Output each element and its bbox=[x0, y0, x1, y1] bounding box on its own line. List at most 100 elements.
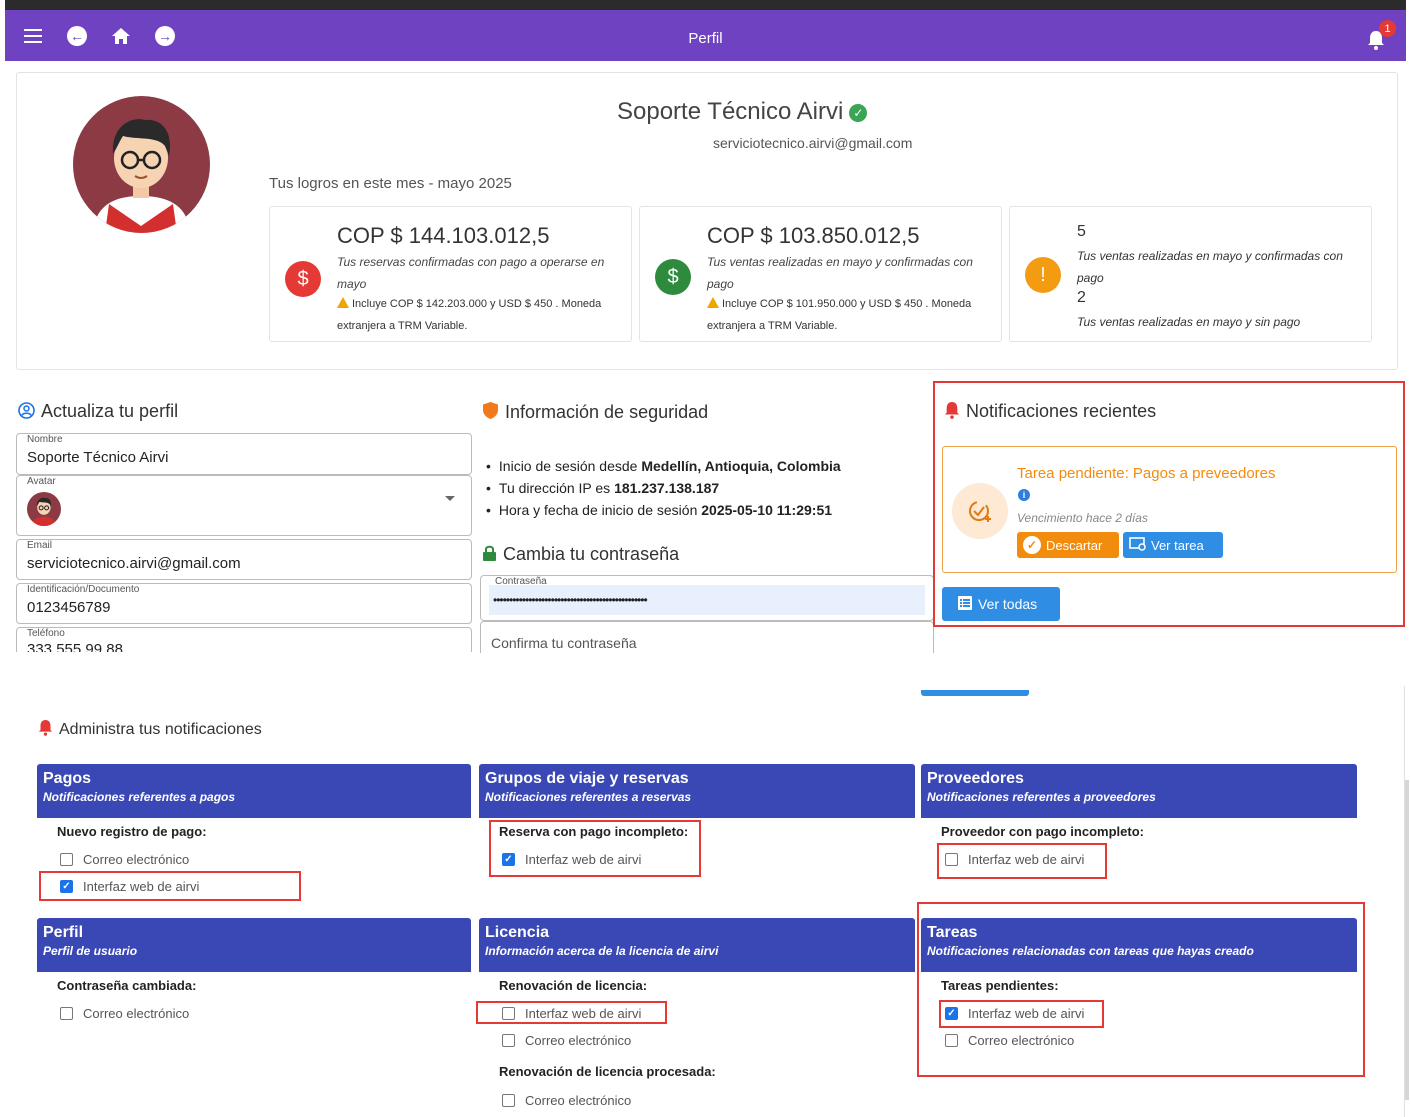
security-info-title: Información de seguridad bbox=[482, 401, 708, 425]
group-title: Contraseña cambiada: bbox=[57, 978, 197, 993]
login-location: Inicio de sesión desde Medellín, Antioqu… bbox=[486, 455, 841, 477]
stat-description: Tus ventas realizadas en mayo y confirma… bbox=[1077, 249, 1343, 285]
confirm-password-field[interactable]: Confirma tu contraseña bbox=[480, 621, 934, 653]
verified-check-icon: ✓ bbox=[849, 103, 868, 122]
stat-amount: COP $ 144.103.012,5 bbox=[337, 223, 550, 248]
scrollbar[interactable] bbox=[1405, 780, 1409, 1100]
checkbox[interactable] bbox=[502, 1094, 515, 1107]
field-value: 333 555 99 88 bbox=[27, 641, 123, 652]
group-title: Tareas pendientes: bbox=[941, 978, 1059, 993]
group-title: Nuevo registro de pago: bbox=[57, 824, 207, 839]
monitor-eye-icon bbox=[1129, 536, 1147, 554]
highlight-box bbox=[39, 871, 301, 901]
stat-amount: COP $ 103.850.012,5 bbox=[707, 223, 920, 248]
field-label: Email bbox=[27, 540, 53, 551]
checkbox[interactable] bbox=[60, 1007, 73, 1020]
warning-icon: ! bbox=[1025, 257, 1061, 293]
checkbox-licencia-email[interactable]: Correo electrónico bbox=[502, 1033, 631, 1048]
change-password-title: Cambia tu contraseña bbox=[482, 544, 679, 567]
app-bar: ← → Perfil 1 bbox=[5, 10, 1406, 61]
monthly-achievements-label: Tus logros en este mes - mayo 2025 bbox=[269, 175, 512, 192]
notification-item[interactable]: Tarea pendiente: Pagos a preveedores i V… bbox=[942, 446, 1397, 573]
highlight-box bbox=[937, 843, 1107, 879]
warning-icon bbox=[707, 297, 719, 308]
stat-card-counts: ! 5 Tus ventas realizadas en mayo y conf… bbox=[1009, 206, 1372, 342]
avatar-thumb bbox=[27, 492, 61, 526]
stat-description: Tus ventas realizadas en mayo y sin pago bbox=[1077, 315, 1301, 329]
stat-count-confirmed: 5 bbox=[1077, 223, 1086, 240]
warning-icon bbox=[337, 297, 349, 308]
stat-card-ventas: $ COP $ 103.850.012,5 Tus ventas realiza… bbox=[639, 206, 1002, 342]
card-header-perfil: Perfil Perfil de usuario bbox=[37, 918, 471, 972]
email-field[interactable]: Email serviciotecnico.airvi@gmail.com bbox=[16, 539, 472, 580]
name-field[interactable]: Nombre Soporte Técnico Airvi bbox=[16, 433, 472, 475]
dollar-icon: $ bbox=[285, 261, 321, 297]
checkbox[interactable] bbox=[60, 853, 73, 866]
security-info-list: Inicio de sesión desde Medellín, Antioqu… bbox=[486, 455, 841, 521]
dismiss-button[interactable]: ✓ Descartar bbox=[1017, 532, 1119, 558]
manage-notifications-title: Administra tus notificaciones bbox=[38, 719, 262, 741]
highlight-box bbox=[489, 820, 701, 877]
field-value: Soporte Técnico Airvi bbox=[27, 449, 169, 466]
avatar bbox=[73, 96, 210, 233]
notification-due: Vencimiento hace 2 días bbox=[1017, 511, 1148, 525]
profile-summary-card: Soporte Técnico Airvi ✓ serviciotecnico.a… bbox=[16, 72, 1398, 370]
view-task-button[interactable]: Ver tarea bbox=[1123, 532, 1223, 558]
highlight-box bbox=[476, 1001, 667, 1024]
card-header-proveedores: Proveedores Notificaciones referentes a p… bbox=[921, 764, 1357, 818]
recent-notifications-title: Notificaciones recientes bbox=[944, 401, 1156, 424]
dollar-icon: $ bbox=[655, 259, 691, 295]
bell-icon[interactable]: 1 bbox=[1364, 20, 1396, 52]
phone-field[interactable]: Teléfono 333 555 99 88 bbox=[16, 627, 472, 652]
user-circle-icon bbox=[18, 402, 35, 424]
check-circle-icon: ✓ bbox=[1023, 536, 1041, 554]
card-header-grupos: Grupos de viaje y reservas Notificaciones… bbox=[479, 764, 915, 818]
field-value: serviciotecnico.airvi@gmail.com bbox=[27, 555, 241, 572]
window-top-strip bbox=[5, 0, 1406, 10]
checkbox-perfil-email[interactable]: Correo electrónico bbox=[60, 1006, 189, 1021]
chevron-down-icon[interactable] bbox=[445, 496, 455, 501]
bell-icon bbox=[38, 719, 53, 741]
avatar-select[interactable]: Avatar bbox=[16, 475, 472, 536]
stat-card-reservas: $ COP $ 144.103.012,5 Tus reservas confi… bbox=[269, 206, 632, 342]
task-check-icon bbox=[952, 483, 1008, 539]
field-label: Identificación/Documento bbox=[27, 584, 140, 595]
field-label: Avatar bbox=[27, 476, 56, 487]
profile-form: Nombre Soporte Técnico Airvi Avatar Emai… bbox=[0, 430, 480, 652]
stat-note: Incluye COP $ 142.203.000 y USD $ 450 . … bbox=[337, 297, 602, 332]
info-icon[interactable]: i bbox=[1018, 489, 1030, 501]
highlight-box bbox=[939, 1000, 1104, 1028]
field-label: Teléfono bbox=[27, 628, 65, 639]
checkbox[interactable] bbox=[945, 1034, 958, 1047]
page-title: Perfil bbox=[688, 30, 723, 47]
checkbox[interactable] bbox=[502, 1034, 515, 1047]
password-field[interactable]: Contraseña •••••••••••••••••••••••••••••… bbox=[480, 575, 934, 621]
stat-description: Tus reservas confirmadas con pago a oper… bbox=[337, 255, 605, 291]
checkbox-pagos-email[interactable]: Correo electrónico bbox=[60, 852, 189, 867]
card-header-pagos: Pagos Notificaciones referentes a pagos bbox=[37, 764, 471, 818]
id-document-field[interactable]: Identificación/Documento 0123456789 bbox=[16, 583, 472, 624]
ip-address: Tu dirección IP es 181.237.138.187 bbox=[486, 477, 841, 499]
group-title: Proveedor con pago incompleto: bbox=[941, 824, 1144, 839]
field-placeholder: Confirma tu contraseña bbox=[491, 635, 637, 651]
profile-email: serviciotecnico.airvi@gmail.com bbox=[713, 135, 913, 151]
group-title: Renovación de licencia procesada: bbox=[499, 1064, 716, 1079]
password-value: ••••••••••••••••••••••••••••••••••••••••… bbox=[489, 585, 925, 615]
group-title: Renovación de licencia: bbox=[499, 978, 648, 993]
card-header-tareas: Tareas Notificaciones relacionadas con ta… bbox=[921, 918, 1357, 972]
update-profile-title: Actualiza tu perfil bbox=[18, 401, 178, 424]
list-icon bbox=[958, 595, 972, 613]
stat-description: Tus ventas realizadas en mayo y confirma… bbox=[707, 255, 973, 291]
login-datetime: Hora y fecha de inicio de sesión 2025-05… bbox=[486, 499, 841, 521]
notification-title[interactable]: Tarea pendiente: Pagos a preveedores bbox=[1017, 465, 1276, 482]
view-all-button[interactable]: Ver todas bbox=[942, 587, 1060, 621]
save-button-edge[interactable] bbox=[921, 690, 1029, 696]
checkbox-licencia-procesada-email[interactable]: Correo electrónico bbox=[502, 1093, 631, 1108]
field-value: 0123456789 bbox=[27, 599, 111, 616]
stat-note: Incluye COP $ 101.950.000 y USD $ 450 . … bbox=[707, 297, 972, 332]
field-label: Nombre bbox=[27, 434, 63, 445]
notification-count-badge: 1 bbox=[1379, 20, 1396, 37]
shield-icon bbox=[482, 401, 499, 425]
checkbox-tareas-email[interactable]: Correo electrónico bbox=[945, 1033, 1074, 1048]
bell-icon bbox=[944, 401, 960, 424]
